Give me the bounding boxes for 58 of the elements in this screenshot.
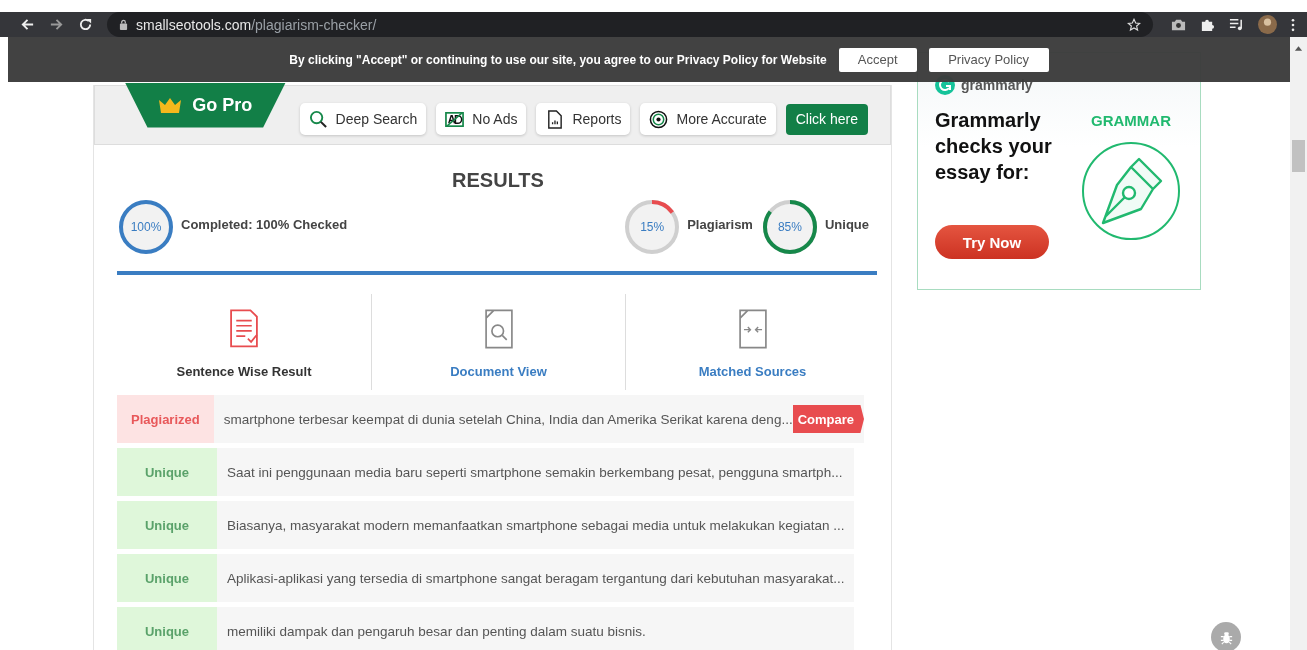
view-tab[interactable]: Sentence Wise Result [117,294,371,390]
ring-percentage: 15% [640,220,665,234]
sentence-document-icon [227,309,261,349]
view-tab[interactable]: Matched Sources [625,294,879,390]
status-label: Unique [117,554,217,602]
compare-button[interactable]: Compare [792,405,864,433]
media-icon[interactable] [1229,17,1244,32]
status-label: Unique [117,448,217,496]
feature-button[interactable]: Deep Search [299,103,427,135]
sentence-text: smartphone terbesar keempat di dunia setelah China, India dan Amerika Serikat karena deng... [222,410,793,429]
status-label: Plagiarized [117,395,214,443]
view-tab[interactable]: Document View [371,294,625,390]
status-label: Unique [117,607,217,650]
camera-icon[interactable] [1171,17,1186,32]
meter-label: Unique [824,216,869,232]
ring-percentage: 100% [130,220,162,234]
report-icon [545,109,565,129]
puzzle-icon[interactable] [1200,17,1215,32]
avatar-icon[interactable] [1258,15,1277,34]
sentence-text: Aplikasi-aplikasi yang tersedia di smartphone sangat beragam tergantung dari kebutuhan masyarakat... [226,569,846,588]
menu-icon[interactable] [1291,17,1295,32]
ring-percentage: 85% [777,220,802,234]
scrollbar[interactable] [1290,37,1307,650]
brand-name: grammarly [961,77,1033,93]
privacy-policy-button[interactable]: Privacy Policy [928,47,1049,72]
sentence-text: memiliki dampak dan pengaruh besar dan penting dalam suatu bisnis. [226,622,647,641]
meter-label: Plagiarism [687,216,753,232]
lock-icon [119,19,128,30]
search-icon [308,109,328,129]
sentence-text: Saat ini penggunaan media baru seperti smartphone semakin berkembang pesat, pengguna smartph... [226,463,844,482]
go-pro-ribbon[interactable]: Go Pro [125,82,286,128]
address-bar[interactable]: smallseotools.com/plagiarism-checker/ [107,12,1153,37]
ad-tagline: GRAMMAR [1091,112,1171,129]
back-icon[interactable] [20,17,35,32]
feature-button[interactable]: Reports [536,103,631,135]
click-here-button[interactable]: Click here [785,103,868,135]
scrollbar-thumb[interactable] [1292,140,1305,172]
status-label: Unique [117,501,217,549]
no-ads-icon [445,109,465,129]
scroll-up-icon[interactable] [1294,45,1303,51]
meter-label: Completed: 100% Checked [181,216,348,232]
crown-icon [158,97,183,113]
feature-button[interactable]: No Ads [436,103,527,135]
try-now-button[interactable]: Try Now [935,225,1049,259]
bug-icon [1218,629,1234,645]
reload-icon[interactable] [78,17,93,32]
target-icon [649,109,669,129]
consent-message: By clicking "Accept" or continuing to use our site, you agree to our Privacy Policy for Website [289,52,827,67]
ribbon-label: Go Pro [192,94,253,116]
ad-headline: Grammarly checks your essay for: [935,108,1053,185]
sentence-text: Biasanya, masyarakat modern memanfaatkan smartphone sebagai media untuk melakukan kegiatan ... [226,516,846,535]
forward-icon[interactable] [49,17,64,32]
star-icon[interactable] [1127,17,1141,32]
results-heading: RESULTS [451,169,545,192]
accept-button[interactable]: Accept [838,47,917,72]
feature-button[interactable]: More Accurate [640,103,776,135]
pen-nib-icon [1081,141,1181,241]
url-text: smallseotools.com/plagiarism-checker/ [136,16,377,33]
